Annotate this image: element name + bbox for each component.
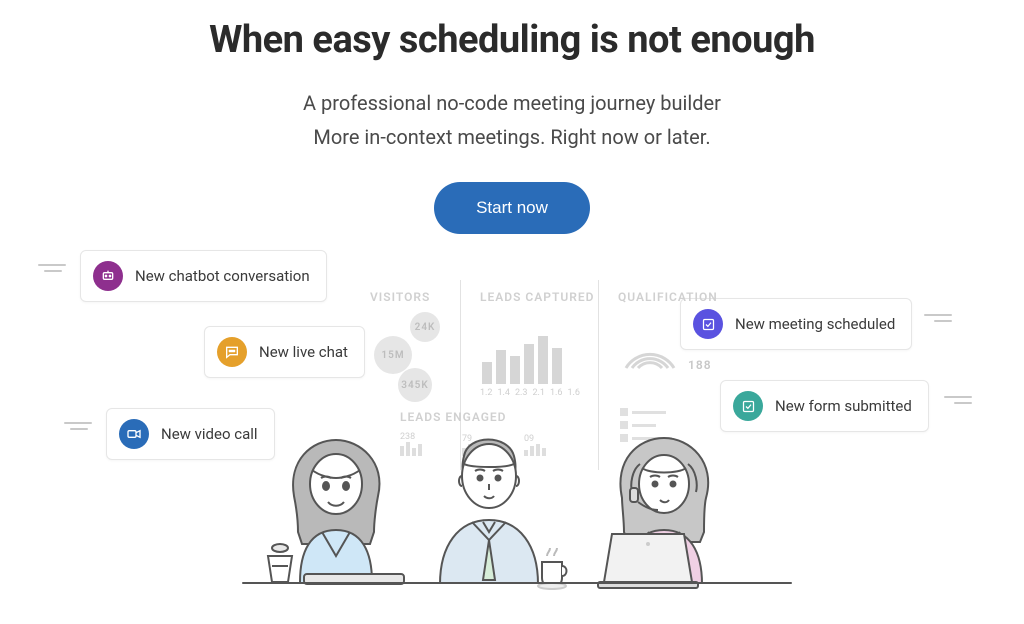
hero-subtitle: A professional no-code meeting journey b… bbox=[0, 86, 1024, 154]
hero-subtitle-line2: More in-context meetings. Right now or l… bbox=[0, 120, 1024, 154]
visitors-bubble-c: 345K bbox=[398, 368, 432, 402]
visitors-label: VISITORS bbox=[370, 290, 430, 304]
card-video-label: New video call bbox=[161, 425, 258, 443]
card-meeting-label: New meeting scheduled bbox=[735, 315, 895, 333]
visitors-bubble-b: 15M bbox=[374, 336, 412, 374]
card-form-label: New form submitted bbox=[775, 397, 912, 415]
decorative-dashes bbox=[924, 314, 952, 322]
chatbot-icon bbox=[93, 261, 123, 291]
leads-captured-label: LEADS CAPTURED bbox=[480, 290, 594, 304]
decorative-dashes bbox=[64, 422, 92, 430]
livechat-icon bbox=[217, 337, 247, 367]
decorative-dashes bbox=[944, 396, 972, 404]
hero-subtitle-line1: A professional no-code meeting journey b… bbox=[0, 86, 1024, 120]
card-livechat-label: New live chat bbox=[259, 343, 348, 361]
hero-headline: When easy scheduling is not enough bbox=[0, 18, 1024, 62]
qualification-value: 188 bbox=[688, 358, 712, 372]
visitors-bubble-a: 24K bbox=[410, 312, 440, 342]
decorative-dashes bbox=[38, 264, 66, 272]
people-illustration bbox=[262, 406, 762, 616]
card-chatbot-label: New chatbot conversation bbox=[135, 267, 310, 285]
video-icon bbox=[119, 419, 149, 449]
start-now-button[interactable]: Start now bbox=[434, 182, 590, 234]
card-video: New video call bbox=[106, 408, 275, 460]
qualification-label: QUALIFICATION bbox=[618, 290, 718, 304]
card-chatbot: New chatbot conversation bbox=[80, 250, 327, 302]
card-livechat: New live chat bbox=[204, 326, 365, 378]
